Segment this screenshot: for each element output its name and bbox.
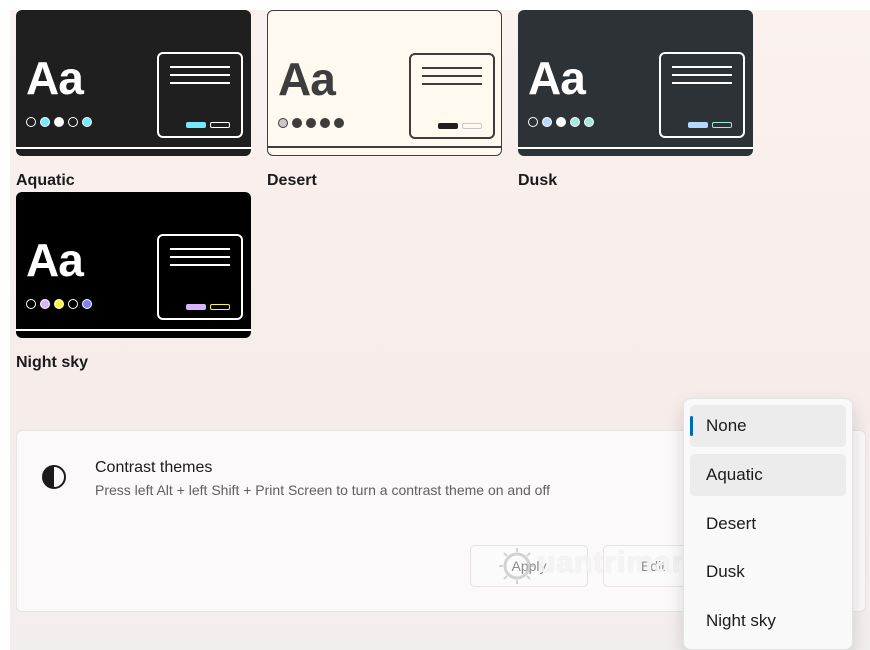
preview-text-line [672,82,732,84]
color-dot [570,117,580,127]
preview-sample-text: Aa [528,52,586,104]
preview-secondary-button [210,304,230,310]
dropdown-option-desert[interactable]: Desert [690,503,846,545]
theme-name-label: Aquatic [16,172,75,189]
preview-primary-button [688,122,708,128]
theme-card-aquatic[interactable]: Aa Aquatic [16,10,251,190]
theme-name-label: Desert [267,172,317,189]
preview-secondary-button [462,123,482,129]
preview-text-line [422,75,482,77]
preview-secondary-button [712,122,732,128]
option-label: Aquatic [706,465,763,484]
theme-card-night-sky[interactable]: Aa Night sky [16,192,251,372]
preview-secondary-button [210,122,230,128]
preview-color-dots [26,299,92,309]
personalization-themes-page: Aa Aquatic Aa Desert Aa Dusk Aa Night sk… [10,10,870,650]
color-dot [556,117,566,127]
color-dot [54,117,64,127]
color-dot [82,117,92,127]
preview-text-line [170,264,230,266]
preview-taskbar [16,147,251,149]
preview-text-line [170,66,230,68]
theme-preview-desert: Aa [267,10,502,156]
preview-window [157,52,243,138]
preview-window [409,53,495,139]
preview-color-dots [528,117,594,127]
color-dot [542,117,552,127]
preview-sample-text: Aa [26,52,84,104]
preview-text-line [170,248,230,250]
theme-preview-aquatic: Aa [16,10,251,156]
preview-text-line [422,67,482,69]
preview-text-line [422,83,482,85]
preview-text-line [672,74,732,76]
theme-preview-dusk: Aa [518,10,753,156]
dropdown-option-dusk[interactable]: Dusk [690,551,846,593]
preview-sample-text: Aa [26,234,84,286]
color-dot [292,118,302,128]
contrast-theme-dropdown: None Aquatic Desert Dusk Night sky [683,398,853,650]
contrast-themes-description: Press left Alt + left Shift + Print Scre… [95,482,550,498]
preview-text-line [672,66,732,68]
option-label: Night sky [706,611,776,630]
color-dot [26,117,36,127]
dropdown-option-none[interactable]: None [690,405,846,447]
theme-preview-night-sky: Aa [16,192,251,338]
color-dot [68,299,78,309]
color-dot [54,299,64,309]
theme-card-dusk[interactable]: Aa Dusk [518,10,753,190]
option-label: Dusk [706,562,745,581]
preview-text-line [170,256,230,258]
selection-indicator [690,416,693,436]
color-dot [68,117,78,127]
color-dot [40,299,50,309]
dropdown-option-night-sky[interactable]: Night sky [690,600,846,642]
preview-color-dots [26,117,92,127]
preview-window [659,52,745,138]
watermark-logo-icon [499,548,535,584]
theme-card-desert[interactable]: Aa Desert [267,10,502,190]
color-dot [26,299,36,309]
dropdown-option-aquatic[interactable]: Aquatic [690,454,846,496]
theme-name-label: Dusk [518,172,558,189]
color-dot [82,299,92,309]
color-dot [334,118,344,128]
preview-primary-button [438,123,458,129]
color-dot [528,117,538,127]
preview-taskbar [16,329,251,331]
preview-primary-button [186,122,206,128]
preview-taskbar [518,147,753,149]
preview-primary-button [186,304,206,310]
color-dot [584,117,594,127]
color-dot [40,117,50,127]
preview-color-dots [278,118,344,128]
option-label: None [706,416,747,435]
preview-sample-text: Aa [278,53,336,105]
theme-name-label: Night sky [16,354,89,371]
preview-text-line [170,74,230,76]
color-dot [278,118,288,128]
contrast-icon [42,465,66,489]
preview-text-line [170,82,230,84]
contrast-themes-title: Contrast themes [95,459,213,476]
preview-window [157,234,243,320]
option-label: Desert [706,514,757,533]
color-dot [320,118,330,128]
preview-taskbar [268,146,501,148]
color-dot [306,118,316,128]
